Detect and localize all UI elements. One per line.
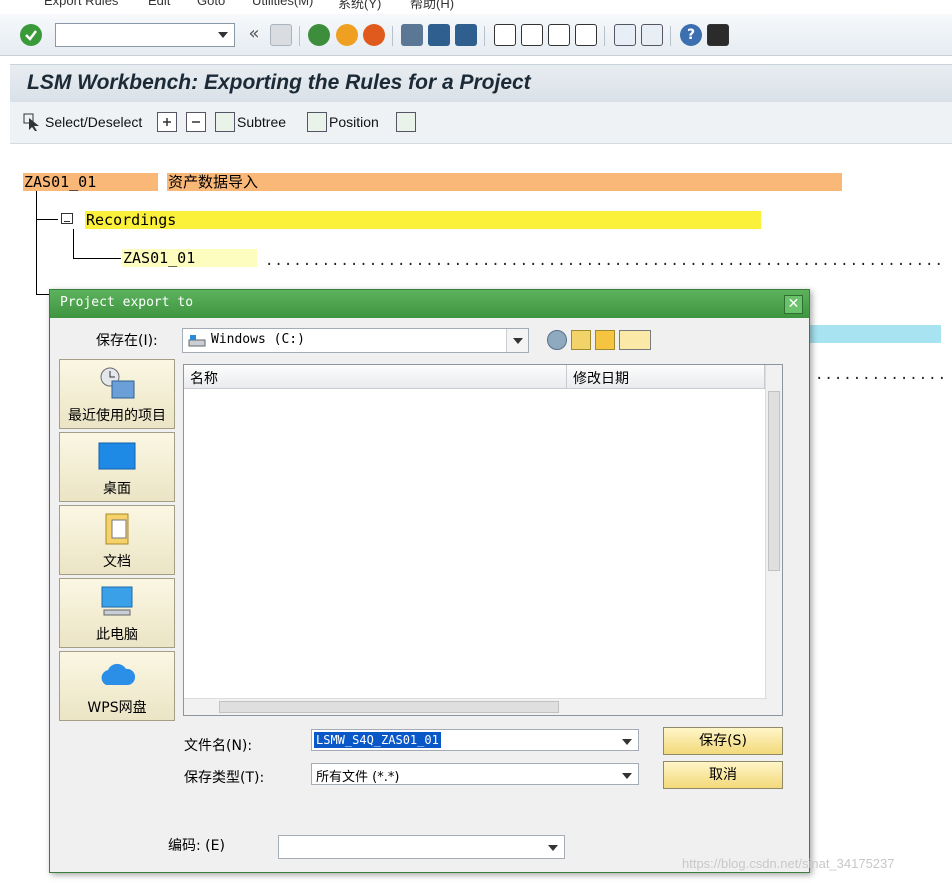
- filename-input[interactable]: LSMW_S4Q_ZAS01_01: [311, 729, 639, 751]
- shortcut-icon[interactable]: [641, 24, 663, 46]
- tree-line: [73, 258, 121, 259]
- back-folder-icon[interactable]: [547, 330, 567, 350]
- dialog-title: Project export to: [60, 295, 194, 310]
- desktop-icon: [98, 438, 136, 474]
- collapse-subtree-icon[interactable]: [186, 112, 206, 132]
- recordings-node[interactable]: Recordings: [85, 211, 761, 229]
- enter-icon[interactable]: [20, 24, 42, 46]
- place-label: 桌面: [103, 481, 131, 497]
- last-page-icon[interactable]: [575, 24, 597, 46]
- filetype-value: 所有文件 (*.*): [316, 770, 400, 785]
- chevron-down-icon[interactable]: [616, 764, 638, 784]
- place-this-pc[interactable]: 此电脑: [59, 578, 175, 648]
- position-icon[interactable]: [307, 112, 327, 132]
- save-icon: [270, 24, 292, 46]
- this-pc-icon: [98, 584, 136, 620]
- place-label: 文档: [103, 554, 131, 570]
- expand-subtree-icon[interactable]: [157, 112, 177, 132]
- menu-goto[interactable]: Goto: [197, 0, 225, 8]
- new-folder-icon[interactable]: [595, 330, 615, 350]
- cancel-icon[interactable]: [363, 24, 385, 46]
- menu-edit[interactable]: Edit: [148, 0, 170, 8]
- save-in-label: 保存在(I):: [96, 333, 158, 349]
- cancel-button[interactable]: 取消: [663, 761, 783, 789]
- save-dialog: Project export to ✕ 保存在(I): Windows (C:)…: [49, 289, 810, 873]
- standard-toolbar: « ?: [0, 14, 952, 56]
- menu-bar: Export Rules Edit Goto Utilities(M) 系统(Y…: [0, 0, 952, 14]
- place-documents[interactable]: 文档: [59, 505, 175, 575]
- chevron-down-icon[interactable]: [542, 836, 564, 858]
- find-next-icon[interactable]: [455, 24, 477, 46]
- tree-line: [36, 191, 37, 294]
- horizontal-scrollbar[interactable]: [184, 698, 767, 715]
- recording-node[interactable]: ZAS01_01: [122, 249, 257, 267]
- new-session-icon[interactable]: [614, 24, 636, 46]
- menu-system[interactable]: 系统(Y): [338, 0, 381, 12]
- menu-export-rules[interactable]: Export Rules: [44, 0, 118, 8]
- dotted-leader: ...............: [815, 367, 950, 383]
- project-id[interactable]: ZAS01_01: [23, 173, 158, 191]
- vertical-scrollbar[interactable]: [765, 365, 782, 715]
- position-button[interactable]: Position: [329, 114, 379, 130]
- chevron-down-icon[interactable]: [506, 329, 528, 352]
- select-deselect-button[interactable]: Select/Deselect: [45, 114, 142, 130]
- project-description: 资产数据导入: [167, 173, 842, 191]
- tree-line: [73, 229, 74, 258]
- documents-icon: [98, 511, 136, 547]
- scroll-thumb[interactable]: [768, 391, 780, 571]
- print-icon[interactable]: [401, 24, 423, 46]
- recent-items-icon: [98, 365, 136, 401]
- application-toolbar: Select/Deselect Subtree Position: [10, 102, 952, 144]
- folder-collapse-icon[interactable]: [61, 213, 73, 224]
- previous-page-icon[interactable]: [521, 24, 543, 46]
- filename-label: 文件名(N):: [184, 738, 253, 754]
- chevron-down-icon[interactable]: [616, 730, 638, 750]
- view-menu-icon[interactable]: [619, 330, 651, 350]
- subtree-icon[interactable]: [215, 112, 235, 132]
- next-page-icon[interactable]: [548, 24, 570, 46]
- place-label: WPS网盘: [87, 700, 147, 716]
- exit-icon[interactable]: [336, 24, 358, 46]
- first-page-icon[interactable]: [494, 24, 516, 46]
- select-cursor-icon[interactable]: [23, 112, 43, 132]
- tree-line: [36, 219, 58, 220]
- column-name[interactable]: 名称: [184, 365, 567, 389]
- column-modified-date[interactable]: 修改日期: [567, 365, 765, 389]
- place-recent[interactable]: 最近使用的项目: [59, 359, 175, 429]
- filetype-label: 保存类型(T):: [184, 770, 265, 786]
- place-label: 最近使用的项目: [68, 408, 166, 424]
- dialog-title-bar: Project export to ✕: [50, 290, 809, 318]
- file-list[interactable]: 名称 修改日期: [183, 364, 783, 716]
- scroll-thumb[interactable]: [219, 701, 559, 713]
- place-label: 此电脑: [96, 627, 138, 643]
- place-desktop[interactable]: 桌面: [59, 432, 175, 502]
- save-in-value: Windows (C:): [211, 332, 305, 347]
- drive-icon: [188, 334, 206, 347]
- back-icon[interactable]: [308, 24, 330, 46]
- up-folder-icon[interactable]: [571, 330, 591, 350]
- filename-value: LSMW_S4Q_ZAS01_01: [314, 732, 441, 748]
- watermark: https://blog.csdn.net/sinat_34175237: [682, 856, 895, 871]
- encoding-dropdown[interactable]: [278, 835, 565, 859]
- screen-title-bar: LSM Workbench: Exporting the Rules for a…: [10, 64, 952, 102]
- export-icon[interactable]: [396, 112, 416, 132]
- command-field[interactable]: [55, 23, 235, 47]
- subtree-button[interactable]: Subtree: [237, 114, 286, 130]
- save-button[interactable]: 保存(S): [663, 727, 783, 755]
- menu-utilities[interactable]: Utilities(M): [252, 0, 313, 8]
- help-icon[interactable]: ?: [680, 24, 702, 46]
- collapse-command-icon[interactable]: «: [243, 24, 265, 46]
- save-in-dropdown[interactable]: Windows (C:): [182, 328, 529, 353]
- wps-cloud-icon: [98, 657, 136, 693]
- hidden-tree-row: [810, 325, 941, 343]
- close-icon[interactable]: ✕: [784, 295, 803, 314]
- page-title: LSM Workbench: Exporting the Rules for a…: [27, 71, 531, 94]
- filetype-dropdown[interactable]: 所有文件 (*.*): [311, 763, 639, 785]
- dotted-leader: ........................................…: [265, 253, 945, 269]
- menu-help[interactable]: 帮助(H): [410, 0, 454, 12]
- customize-layout-icon[interactable]: [707, 24, 729, 46]
- encoding-label: 编码: (E): [168, 838, 225, 854]
- find-icon[interactable]: [428, 24, 450, 46]
- place-wps-cloud[interactable]: WPS网盘: [59, 651, 175, 721]
